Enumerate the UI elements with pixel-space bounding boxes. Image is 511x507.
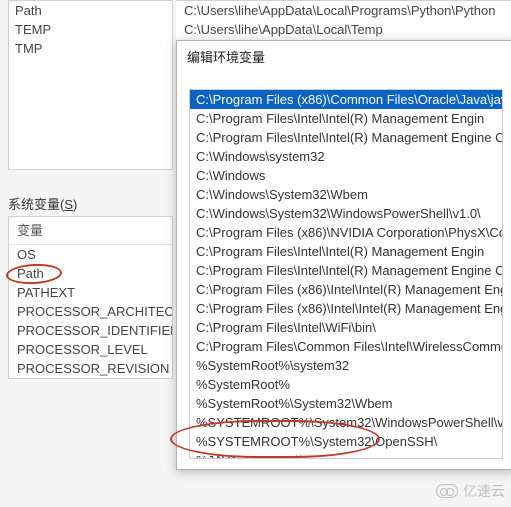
watermark-text: 亿速云: [463, 481, 505, 501]
path-entry[interactable]: %SystemRoot%\system32: [190, 356, 502, 375]
user-vars-values: C:\Users\lihe\AppData\Local\Programs\Pyt…: [176, 0, 511, 45]
path-entry[interactable]: C:\Program Files\Intel\Intel(R) Manageme…: [190, 261, 502, 280]
system-var-item[interactable]: PROCESSOR_ARCHITECT: [9, 302, 172, 321]
path-entry[interactable]: C:\Program Files\Intel\WiFi\bin\: [190, 318, 502, 337]
path-entry[interactable]: C:\Program Files\Intel\Intel(R) Manageme…: [190, 109, 502, 128]
path-entry[interactable]: %SystemRoot%\System32\Wbem: [190, 394, 502, 413]
path-entry[interactable]: C:\Windows\System32\Wbem: [190, 185, 502, 204]
system-vars-list[interactable]: 变量 OS Path PATHEXT PROCESSOR_ARCHITECT P…: [8, 216, 173, 379]
edit-env-var-dialog: 编辑环境变量 C:\Program Files (x86)\Common Fil…: [176, 40, 511, 470]
system-var-item[interactable]: PROCESSOR_REVISION: [9, 359, 172, 378]
path-entry[interactable]: C:\Program Files (x86)\Intel\Intel(R) Ma…: [190, 299, 502, 318]
user-var-value: C:\Users\lihe\AppData\Local\Temp: [176, 20, 511, 39]
watermark-logo-icon: [436, 484, 458, 498]
path-entry[interactable]: C:\Program Files\Intel\Intel(R) Manageme…: [190, 128, 502, 147]
path-entry[interactable]: C:\Program Files (x86)\NVIDIA Corporatio…: [190, 223, 502, 242]
watermark: 亿速云: [436, 481, 505, 501]
system-vars-header: 变量: [9, 217, 172, 245]
path-entry[interactable]: C:\Windows: [190, 166, 502, 185]
user-var-name[interactable]: TEMP: [9, 20, 172, 39]
system-var-item[interactable]: PATHEXT: [9, 283, 172, 302]
env-vars-dialog: Path TEMP TMP C:\Users\lihe\AppData\Loca…: [0, 0, 511, 507]
path-entry[interactable]: C:\Program Files\Common Files\Intel\Wire…: [190, 337, 502, 356]
path-entry[interactable]: %SYSTEMROOT%\System32\OpenSSH\: [190, 432, 502, 451]
user-var-value: C:\Users\lihe\AppData\Local\Programs\Pyt…: [176, 1, 511, 20]
path-entry[interactable]: C:\Program Files (x86)\Intel\Intel(R) Ma…: [190, 280, 502, 299]
user-vars-list[interactable]: Path TEMP TMP: [8, 0, 173, 170]
system-var-item[interactable]: OS: [9, 245, 172, 264]
path-entry[interactable]: C:\Program Files (x86)\Common Files\Orac…: [190, 90, 502, 109]
user-var-name[interactable]: Path: [9, 1, 172, 20]
path-entry[interactable]: C:\Program Files\Intel\Intel(R) Manageme…: [190, 242, 502, 261]
system-var-item[interactable]: PROCESSOR_IDENTIFIER: [9, 321, 172, 340]
path-entries-listbox[interactable]: C:\Program Files (x86)\Common Files\Orac…: [189, 89, 503, 459]
dialog-title: 编辑环境变量: [177, 41, 511, 71]
system-var-item[interactable]: PROCESSOR_LEVEL: [9, 340, 172, 359]
path-entry[interactable]: C:\Windows\system32: [190, 147, 502, 166]
system-vars-label: 系统变量(S): [8, 194, 77, 213]
path-entry[interactable]: %JAVA_HOME%\bin: [190, 451, 502, 459]
path-entry[interactable]: %SYSTEMROOT%\System32\WindowsPowerShell\…: [190, 413, 502, 432]
path-entry[interactable]: %SystemRoot%: [190, 375, 502, 394]
system-var-item[interactable]: Path: [9, 264, 172, 283]
path-entry[interactable]: C:\Windows\System32\WindowsPowerShell\v1…: [190, 204, 502, 223]
user-var-name[interactable]: TMP: [9, 39, 172, 58]
